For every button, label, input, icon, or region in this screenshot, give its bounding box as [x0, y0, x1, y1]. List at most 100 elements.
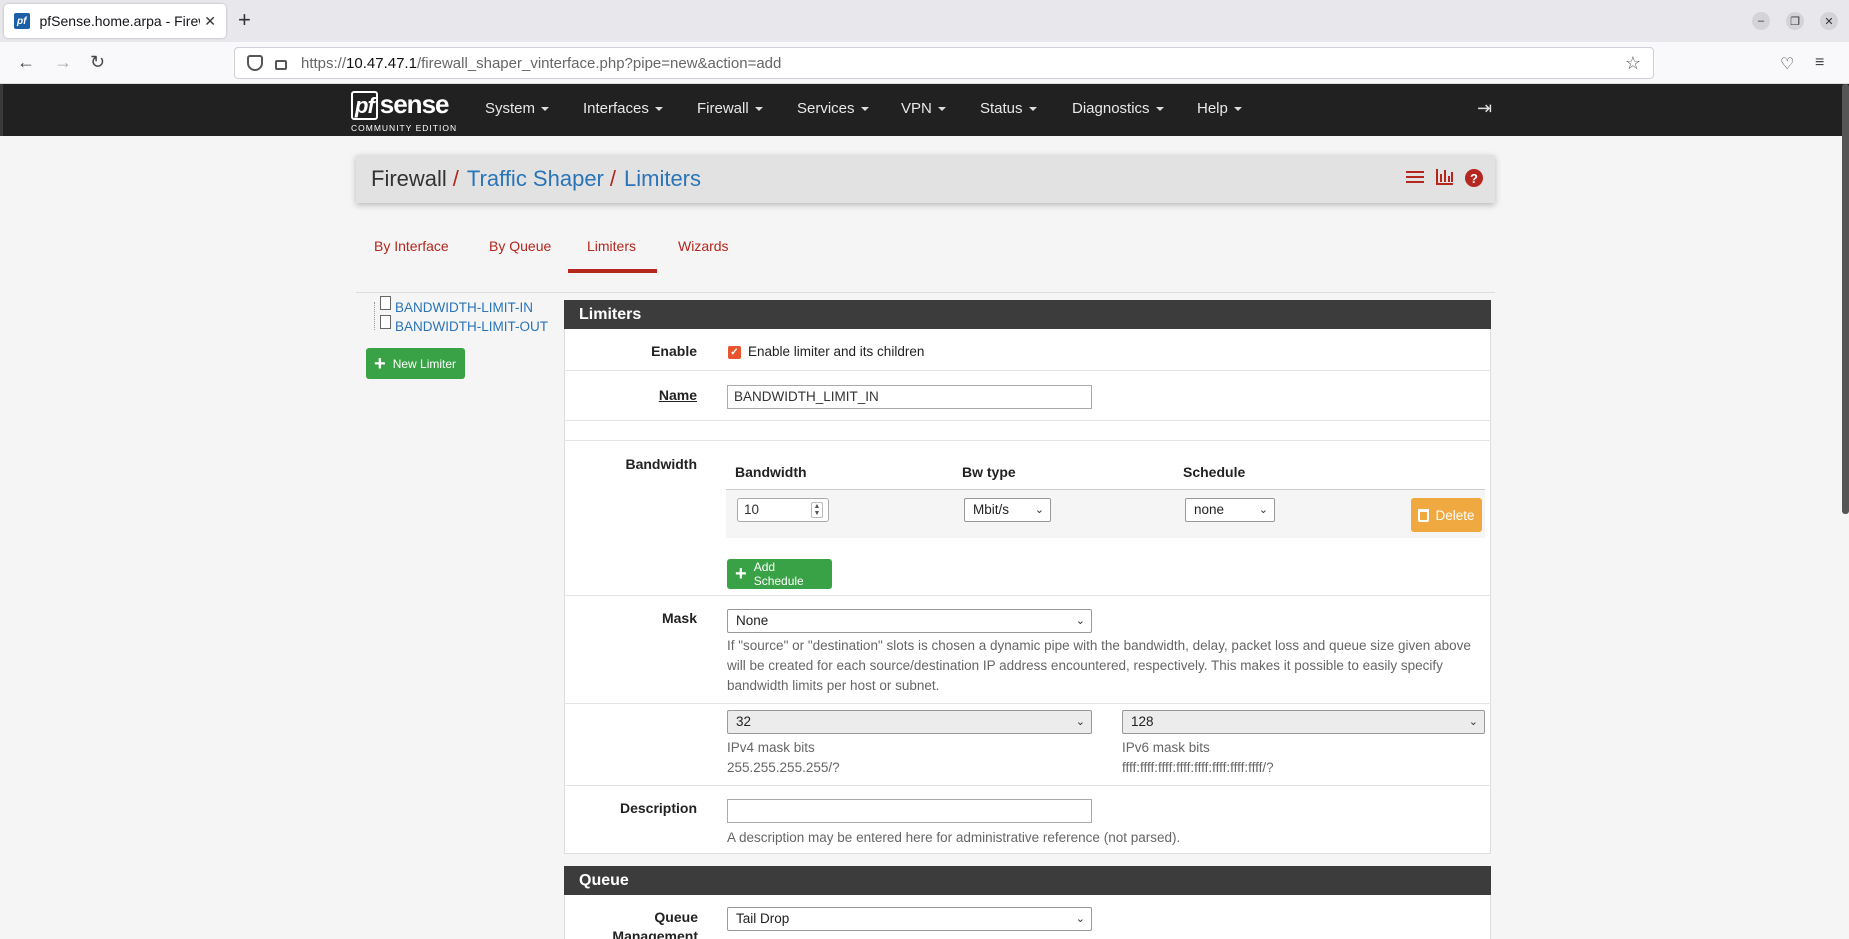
delete-label: Delete	[1435, 507, 1475, 523]
description-label: Description	[619, 800, 697, 816]
queue-section-header: Queue	[564, 866, 1491, 895]
breadcrumb: Firewall / Traffic Shaper / Limiters ?	[356, 155, 1495, 203]
tab-wizards[interactable]: Wizards	[678, 238, 729, 254]
name-input[interactable]: BANDWIDTH_LIMIT_IN	[727, 385, 1092, 409]
bandwidth-column-header: Bandwidth	[735, 464, 807, 480]
pfsense-navbar: pf sense COMMUNITY EDITION System Interfa…	[0, 84, 1849, 136]
tree-item[interactable]: BANDWIDTH-LIMIT-IN	[380, 295, 533, 315]
menu-services[interactable]: Services	[797, 100, 869, 117]
row-divider	[564, 420, 1491, 421]
mask-help-text: If "source" or "destination" slots is ch…	[727, 638, 1471, 693]
back-icon[interactable]: ←	[17, 52, 35, 72]
shield-icon[interactable]	[247, 55, 263, 71]
address-bar[interactable]: https://10.47.47.1/firewall_shaper_vinte…	[234, 47, 1654, 79]
mask-label: Mask	[661, 610, 697, 626]
page-scrollbar[interactable]	[1842, 84, 1849, 514]
menu-diagnostics[interactable]: Diagnostics	[1072, 100, 1164, 117]
close-tab-icon[interactable]: ✕	[204, 13, 216, 30]
ipv4-mask-value: 255.255.255.255/?	[727, 760, 840, 775]
limiters-form-panel	[564, 300, 1491, 854]
tree-link-bandwidth-limit-in[interactable]: BANDWIDTH-LIMIT-IN	[395, 300, 533, 315]
plus-icon: +	[374, 352, 386, 375]
row-divider	[564, 785, 1491, 786]
trash-icon	[1418, 508, 1430, 522]
add-schedule-label: Add Schedule	[753, 560, 804, 588]
tab-by-interface[interactable]: By Interface	[374, 238, 449, 254]
bandwidth-number-input[interactable]: 10 ▲ ▼	[737, 498, 829, 522]
number-stepper[interactable]: ▲ ▼	[811, 502, 823, 518]
limiters-section-header: Limiters	[564, 300, 1491, 329]
caret-down-icon	[541, 107, 550, 112]
enable-checkbox-text: Enable limiter and its children	[748, 344, 925, 359]
close-window-icon[interactable]: ✕	[1820, 12, 1838, 30]
pfsense-logo[interactable]: pf sense COMMUNITY EDITION	[351, 89, 457, 133]
schedule-column-header: Schedule	[1183, 464, 1246, 480]
breadcrumb-traffic-shaper[interactable]: Traffic Shaper	[467, 166, 604, 192]
chevron-down-icon: ⌄	[1468, 716, 1478, 728]
tree-item[interactable]: BANDWIDTH-LIMIT-OUT	[380, 314, 548, 334]
row-divider	[564, 595, 1491, 596]
schedule-select[interactable]: none ⌄	[1185, 498, 1275, 522]
delete-button[interactable]: Delete	[1411, 498, 1482, 532]
new-limiter-label: New Limiter	[392, 356, 457, 371]
menu-icon[interactable]: ≡	[1815, 54, 1824, 72]
row-divider	[564, 370, 1491, 371]
chevron-down-icon: ⌄	[1075, 615, 1085, 627]
caret-down-icon	[1028, 107, 1037, 112]
browser-tab-title: pfSense.home.arpa - Firewall: Traffic Sh…	[39, 13, 201, 29]
minimize-icon[interactable]: –	[1752, 12, 1770, 30]
menu-vpn[interactable]: VPN	[901, 100, 946, 117]
chevron-down-icon: ⌄	[1034, 504, 1044, 516]
new-limiter-button[interactable]: + New Limiter	[366, 348, 465, 379]
forward-icon[interactable]: →	[54, 52, 72, 72]
chevron-down-icon: ⌄	[1258, 504, 1268, 516]
shaper-tabs: By Interface By Queue Limiters Wizards	[356, 228, 1495, 293]
breadcrumb-separator: /	[609, 166, 616, 191]
caret-down-icon	[937, 107, 946, 112]
reload-icon[interactable]: ↻	[90, 52, 105, 72]
sliders-icon[interactable]	[1406, 169, 1424, 185]
restore-icon[interactable]: ❐	[1786, 12, 1804, 30]
tab-limiters[interactable]: Limiters	[587, 238, 636, 254]
bw-type-column-header: Bw type	[962, 464, 1016, 480]
ipv4-mask-bits-label: IPv4 mask bits	[727, 740, 815, 755]
breadcrumb-limiters[interactable]: Limiters	[624, 166, 701, 192]
enable-label: Enable	[651, 343, 697, 359]
pocket-icon[interactable]: ♡	[1780, 54, 1794, 74]
browser-nav-bar: ← → ↻ https://10.47.47.1/firewall_shaper…	[0, 42, 1849, 84]
help-icon[interactable]: ?	[1465, 169, 1483, 187]
browser-tab[interactable]: pf pfSense.home.arpa - Firewall: Traffic…	[4, 4, 226, 38]
bar-chart-icon[interactable]	[1436, 169, 1453, 185]
page-left-edge	[0, 84, 3, 136]
bw-type-select[interactable]: Mbit/s ⌄	[964, 498, 1051, 522]
new-tab-icon[interactable]: +	[238, 9, 251, 31]
breadcrumb-firewall: Firewall	[371, 166, 447, 191]
add-schedule-button[interactable]: + Add Schedule	[727, 559, 832, 589]
name-label: Name	[658, 387, 697, 403]
row-divider	[564, 440, 1491, 441]
document-icon	[380, 295, 391, 310]
ipv6-mask-bits-select[interactable]: 128 ⌄	[1122, 710, 1485, 734]
enable-checkbox[interactable]: ✓	[728, 346, 741, 359]
lock-icon[interactable]	[275, 60, 287, 70]
menu-help[interactable]: Help	[1197, 100, 1242, 117]
ipv6-mask-bits-label: IPv6 mask bits	[1122, 740, 1210, 755]
description-input[interactable]	[727, 799, 1092, 823]
logout-icon[interactable]: ⇥	[1477, 98, 1492, 119]
ipv6-mask-value: ffff:ffff:ffff:ffff:ffff:ffff:ffff:ffff/…	[1122, 760, 1274, 775]
tree-link-bandwidth-limit-out[interactable]: BANDWIDTH-LIMIT-OUT	[395, 319, 548, 334]
bookmark-star-icon[interactable]: ☆	[1625, 53, 1641, 74]
menu-system[interactable]: System	[485, 100, 550, 117]
active-tab-indicator	[568, 269, 657, 273]
pfsense-favicon-icon: pf	[14, 13, 30, 29]
mask-select[interactable]: None ⌄	[727, 609, 1092, 633]
ipv4-mask-bits-select[interactable]: 32 ⌄	[727, 710, 1092, 734]
menu-firewall[interactable]: Firewall	[697, 100, 763, 117]
menu-status[interactable]: Status	[980, 100, 1037, 117]
menu-interfaces[interactable]: Interfaces	[583, 100, 663, 117]
caret-down-icon	[1155, 107, 1164, 112]
row-divider	[564, 703, 1491, 704]
queue-management-select[interactable]: Tail Drop ⌄	[727, 907, 1092, 931]
caret-down-icon	[860, 107, 869, 112]
tab-by-queue[interactable]: By Queue	[489, 238, 551, 254]
